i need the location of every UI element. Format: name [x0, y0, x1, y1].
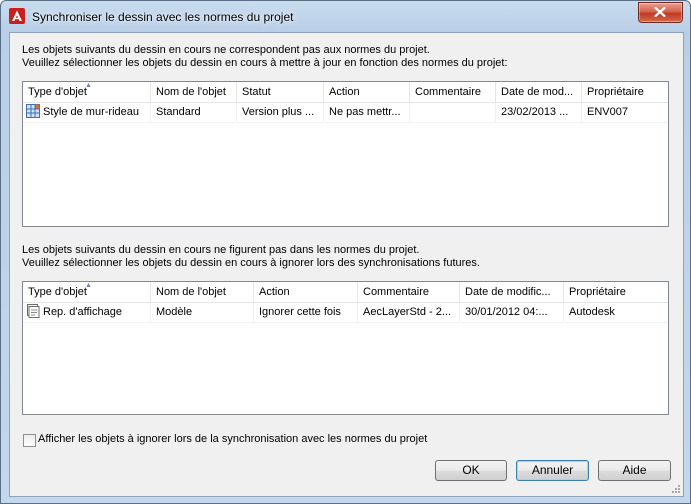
sort-ascending-icon: ▲ [85, 82, 92, 89]
col-header-status[interactable]: Statut [237, 82, 324, 102]
col-header-name[interactable]: Nom de l'objet [151, 282, 254, 302]
table-row[interactable]: Rep. d'affichage Modèle Ignorer cette fo… [23, 303, 668, 323]
curtain-wall-style-icon [26, 104, 40, 118]
autocad-app-icon [9, 8, 25, 24]
col-header-type-label: Type d'objet [28, 86, 87, 98]
ok-button[interactable]: OK [435, 460, 507, 481]
show-ignored-objects-label[interactable]: Afficher les objets à ignorer lors de la… [38, 433, 427, 445]
section2-message-line1: Les objets suivants du dessin en cours n… [22, 244, 420, 256]
cell-action[interactable]: Ne pas mettr... [324, 103, 410, 122]
close-button[interactable] [638, 2, 683, 23]
col-header-name[interactable]: Nom de l'objet [151, 82, 237, 102]
table2-header: Type d'objet ▲ Nom de l'objet Action Com… [23, 282, 668, 303]
cancel-button[interactable]: Annuler [516, 460, 589, 481]
display-rep-icon [27, 304, 40, 318]
cell-type-label: Rep. d'affichage [43, 306, 122, 318]
col-header-type[interactable]: Type d'objet ▲ [23, 282, 151, 302]
col-header-type-label: Type d'objet [28, 286, 87, 298]
cell-type: Rep. d'affichage [23, 303, 151, 322]
col-header-owner[interactable]: Propriétaire [582, 82, 667, 102]
resize-grip-icon[interactable] [670, 483, 681, 494]
missing-objects-table[interactable]: Type d'objet ▲ Nom de l'objet Action Com… [22, 281, 669, 415]
col-header-action[interactable]: Action [254, 282, 358, 302]
nonconforming-objects-table[interactable]: Type d'objet ▲ Nom de l'objet Statut Act… [22, 81, 669, 227]
cell-date: 23/02/2013 ... [496, 103, 582, 122]
col-header-type[interactable]: Type d'objet ▲ [23, 82, 151, 102]
col-header-date[interactable]: Date de modific... [460, 282, 564, 302]
dialog-window: Synchroniser le dessin avec les normes d… [0, 0, 691, 504]
cell-date: 30/01/2012 04:... [460, 303, 564, 322]
cell-type: Style de mur-rideau [23, 103, 151, 122]
cell-comment [410, 103, 496, 122]
cell-comment: AecLayerStd - 2... [358, 303, 460, 322]
cell-owner: Autodesk [569, 306, 615, 318]
col-header-owner[interactable]: Propriétaire [564, 282, 666, 302]
cell-type-label: Style de mur-rideau [43, 106, 139, 118]
cell-status: Version plus ... [237, 103, 324, 122]
table-row[interactable]: Style de mur-rideau Standard Version plu… [23, 103, 668, 123]
section2-message-line2: Veuillez sélectionner les objets du dess… [22, 257, 480, 269]
col-header-date[interactable]: Date de mod... [496, 82, 582, 102]
help-button[interactable]: Aide [598, 460, 671, 481]
window-title: Synchroniser le dessin avec les normes d… [32, 10, 294, 24]
title-bar[interactable]: Synchroniser le dessin avec les normes d… [1, 1, 690, 31]
cell-owner: ENV007 [587, 106, 628, 118]
section1-message-line2: Veuillez sélectionner les objets du dess… [22, 57, 508, 69]
section1-message-line1: Les objets suivants du dessin en cours n… [22, 44, 430, 56]
close-icon [654, 7, 666, 17]
cell-name: Modèle [151, 303, 254, 322]
col-header-comment[interactable]: Commentaire [358, 282, 460, 302]
cell-action[interactable]: Ignorer cette fois [254, 303, 358, 322]
col-header-comment[interactable]: Commentaire [410, 82, 496, 102]
col-header-action[interactable]: Action [324, 82, 410, 102]
table1-header: Type d'objet ▲ Nom de l'objet Statut Act… [23, 82, 668, 103]
sort-ascending-icon: ▲ [85, 282, 92, 289]
dialog-client-area: Les objets suivants du dessin en cours n… [9, 32, 684, 497]
cell-name: Standard [151, 103, 237, 122]
show-ignored-objects-checkbox[interactable] [23, 434, 36, 447]
